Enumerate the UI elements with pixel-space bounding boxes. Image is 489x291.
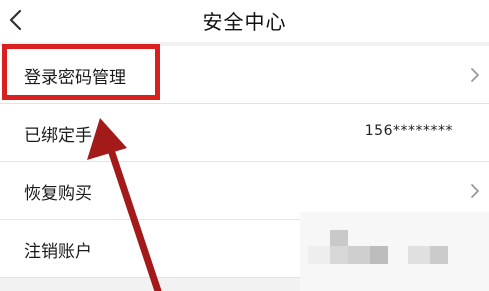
list-item-label: 登录密码管理: [24, 68, 126, 88]
top-bar: 安全中心: [0, 0, 489, 42]
settings-list: 登录密码管理 已绑定手 156******** 恢复购买 注销账户: [0, 46, 489, 278]
phone-number-value: 156********: [364, 123, 453, 139]
list-item-label: 注销账户: [24, 242, 92, 262]
chevron-right-icon: [471, 184, 479, 198]
chevron-right-icon: [471, 68, 479, 82]
list-item-login-password[interactable]: 登录密码管理: [0, 46, 489, 104]
list-item-delete-account[interactable]: 注销账户: [0, 220, 489, 278]
list-item-label: 恢复购买: [24, 184, 92, 204]
list-item-bound-phone[interactable]: 已绑定手 156********: [0, 104, 489, 162]
page-title: 安全中心: [202, 10, 287, 34]
list-item-label: 已绑定手: [24, 126, 92, 146]
list-item-restore-purchase[interactable]: 恢复购买: [0, 162, 489, 220]
